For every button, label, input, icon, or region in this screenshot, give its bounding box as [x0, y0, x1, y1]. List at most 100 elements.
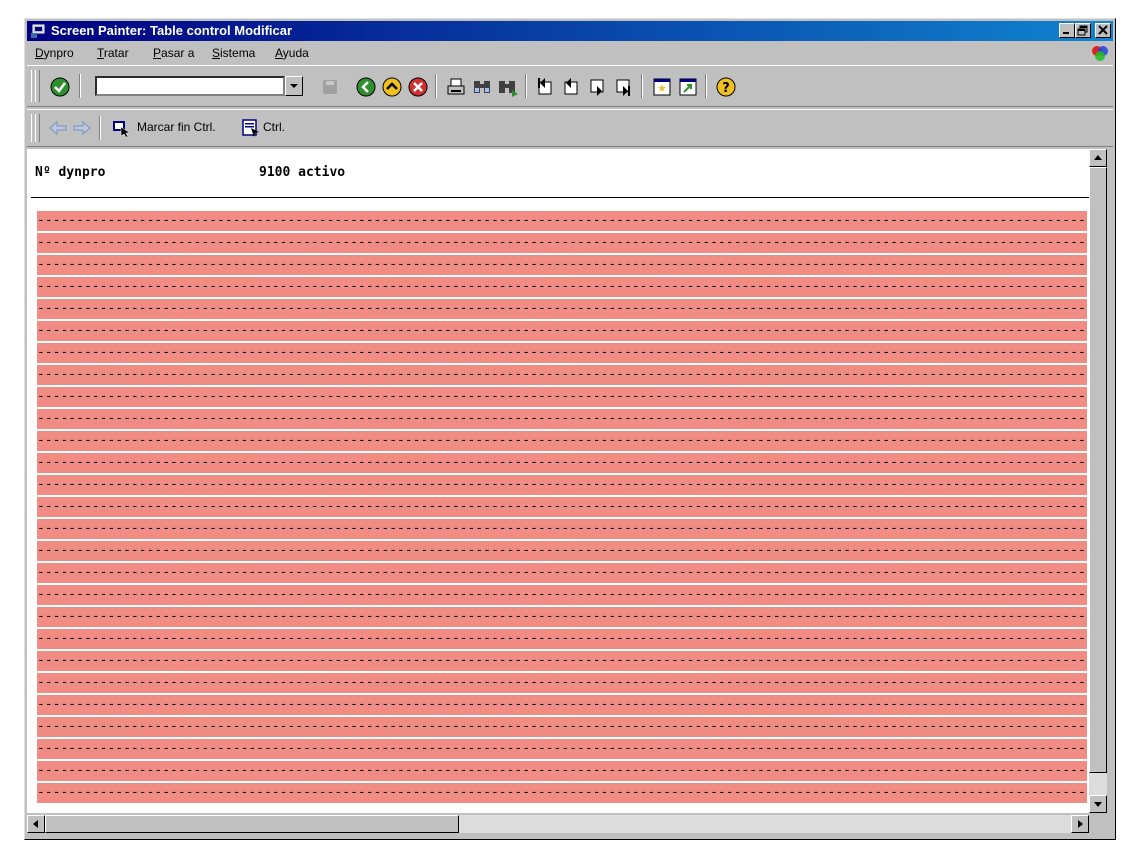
table-row[interactable]: ----------------------------------------… — [37, 299, 1087, 319]
exit-icon[interactable] — [381, 76, 403, 98]
command-field-dropdown[interactable] — [285, 76, 303, 96]
create-session-icon[interactable] — [651, 76, 673, 98]
sap-window: Screen Painter: Table control Modificar … — [24, 18, 1116, 840]
toolbar-separator — [641, 74, 643, 98]
table-row[interactable]: ----------------------------------------… — [37, 409, 1087, 429]
menu-pasar-a[interactable]: Pasar a — [153, 46, 194, 60]
back-icon[interactable] — [355, 76, 377, 98]
shortcut-icon[interactable] — [677, 76, 699, 98]
table-row[interactable]: ----------------------------------------… — [37, 651, 1087, 671]
mark-end-label: Marcar fin Ctrl. — [137, 120, 216, 134]
table-row[interactable]: ----------------------------------------… — [37, 695, 1087, 715]
save-icon[interactable] — [319, 76, 341, 98]
table-row[interactable]: ----------------------------------------… — [37, 475, 1087, 495]
table-row[interactable]: ----------------------------------------… — [37, 255, 1087, 275]
menu-sistema[interactable]: Sistema — [212, 46, 255, 60]
table-row[interactable]: ----------------------------------------… — [37, 519, 1087, 539]
toolbar-separator — [99, 116, 101, 140]
menu-ayuda-label: yuda — [282, 46, 309, 60]
maximize-button[interactable] — [1075, 23, 1091, 38]
table-row[interactable]: ----------------------------------------… — [37, 629, 1087, 649]
table-row[interactable]: ----------------------------------------… — [37, 365, 1087, 385]
table-control[interactable]: ----------------------------------------… — [37, 211, 1087, 803]
help-icon[interactable]: ? — [715, 76, 737, 98]
scroll-down-icon — [1094, 802, 1102, 807]
table-row[interactable]: ----------------------------------------… — [37, 277, 1087, 297]
table-row[interactable]: ----------------------------------------… — [37, 321, 1087, 341]
ctrl-icon — [242, 119, 259, 137]
enter-icon[interactable] — [49, 76, 71, 98]
table-row[interactable]: ----------------------------------------… — [37, 673, 1087, 693]
scroll-down-button[interactable] — [1089, 795, 1107, 813]
restore-icon — [1077, 25, 1088, 36]
cancel-icon[interactable] — [407, 76, 429, 98]
table-row[interactable]: ----------------------------------------… — [37, 717, 1087, 737]
table-row[interactable]: ----------------------------------------… — [37, 233, 1087, 253]
menu-tratar-mnemonic: T — [97, 46, 104, 60]
minimize-button[interactable] — [1059, 23, 1075, 38]
first-page-icon[interactable] — [535, 76, 557, 98]
menu-tratar[interactable]: Tratar — [97, 46, 129, 60]
menu-sistema-label: istema — [220, 46, 256, 60]
dynpro-number-label: Nº dynpro — [35, 165, 106, 180]
header-divider — [31, 197, 1089, 198]
toolbar-grip — [35, 114, 40, 142]
menu-sistema-mnemonic: S — [212, 46, 221, 60]
table-row[interactable]: ----------------------------------------… — [37, 783, 1087, 803]
menu-ayuda-mnemonic: A — [275, 46, 283, 60]
table-row[interactable]: ----------------------------------------… — [37, 761, 1087, 781]
toolbar-separator — [525, 74, 527, 98]
menu-dynpro-mnemonic: D — [35, 46, 44, 60]
vertical-scrollbar[interactable] — [1089, 149, 1107, 813]
standard-toolbar: ? — [27, 65, 1113, 107]
find-next-icon[interactable] — [497, 76, 519, 98]
arrow-left-icon[interactable] — [47, 117, 69, 139]
previous-page-icon[interactable] — [561, 76, 583, 98]
table-row[interactable]: ----------------------------------------… — [37, 585, 1087, 605]
size-grip — [1089, 815, 1107, 833]
toolbar-separator — [79, 74, 81, 98]
table-row[interactable]: ----------------------------------------… — [37, 387, 1087, 407]
scroll-up-button[interactable] — [1089, 149, 1107, 167]
command-field[interactable] — [95, 76, 285, 96]
ctrl-label: Ctrl. — [263, 120, 285, 134]
menu-pasar-a-mnemonic: P — [153, 46, 162, 60]
table-row[interactable]: ----------------------------------------… — [37, 497, 1087, 517]
find-icon[interactable] — [471, 76, 493, 98]
close-button[interactable] — [1095, 23, 1111, 38]
sap-customize-icon[interactable] — [1091, 44, 1109, 62]
table-row[interactable]: ----------------------------------------… — [37, 211, 1087, 231]
dynpro-status-value: 9100 activo — [259, 165, 346, 180]
menu-bar: Dynpro Tratar Pasar a Sistema Ayuda — [27, 43, 1113, 63]
vertical-scroll-thumb[interactable] — [1089, 167, 1107, 773]
horizontal-scroll-thumb[interactable] — [45, 815, 459, 833]
menu-dynpro[interactable]: Dynpro — [35, 46, 74, 60]
table-row[interactable]: ----------------------------------------… — [37, 431, 1087, 451]
ctrl-button[interactable]: Ctrl. — [237, 110, 297, 144]
screen-painter-canvas: Nº dynpro 9100 activo ------------------… — [27, 149, 1089, 813]
menu-pasar-a-label: asar a — [161, 46, 195, 60]
next-page-icon[interactable] — [587, 76, 609, 98]
menu-ayuda[interactable]: Ayuda — [275, 46, 309, 60]
table-row[interactable]: ----------------------------------------… — [37, 739, 1087, 759]
toolbar-separator — [435, 74, 437, 98]
scroll-right-button[interactable] — [1071, 815, 1089, 833]
arrow-right-icon[interactable] — [71, 117, 93, 139]
table-row[interactable]: ----------------------------------------… — [37, 607, 1087, 627]
toolbar-grip — [35, 70, 40, 102]
table-row[interactable]: ----------------------------------------… — [37, 343, 1087, 363]
application-toolbar: Marcar fin Ctrl. Ctrl. — [27, 109, 1113, 147]
print-icon[interactable] — [445, 76, 467, 98]
scroll-right-icon — [1078, 820, 1083, 828]
dynpro-header: Nº dynpro 9100 activo — [27, 149, 1087, 199]
scroll-up-icon — [1094, 155, 1102, 160]
table-row[interactable]: ----------------------------------------… — [37, 453, 1087, 473]
scroll-left-button[interactable] — [27, 815, 45, 833]
mark-end-icon — [113, 121, 131, 138]
last-page-icon[interactable] — [613, 76, 635, 98]
horizontal-scrollbar[interactable] — [27, 815, 1089, 833]
menu-tratar-label: ratar — [103, 46, 129, 60]
table-row[interactable]: ----------------------------------------… — [37, 563, 1087, 583]
table-row[interactable]: ----------------------------------------… — [37, 541, 1087, 561]
mark-end-ctrl-button[interactable]: Marcar fin Ctrl. — [107, 110, 225, 144]
